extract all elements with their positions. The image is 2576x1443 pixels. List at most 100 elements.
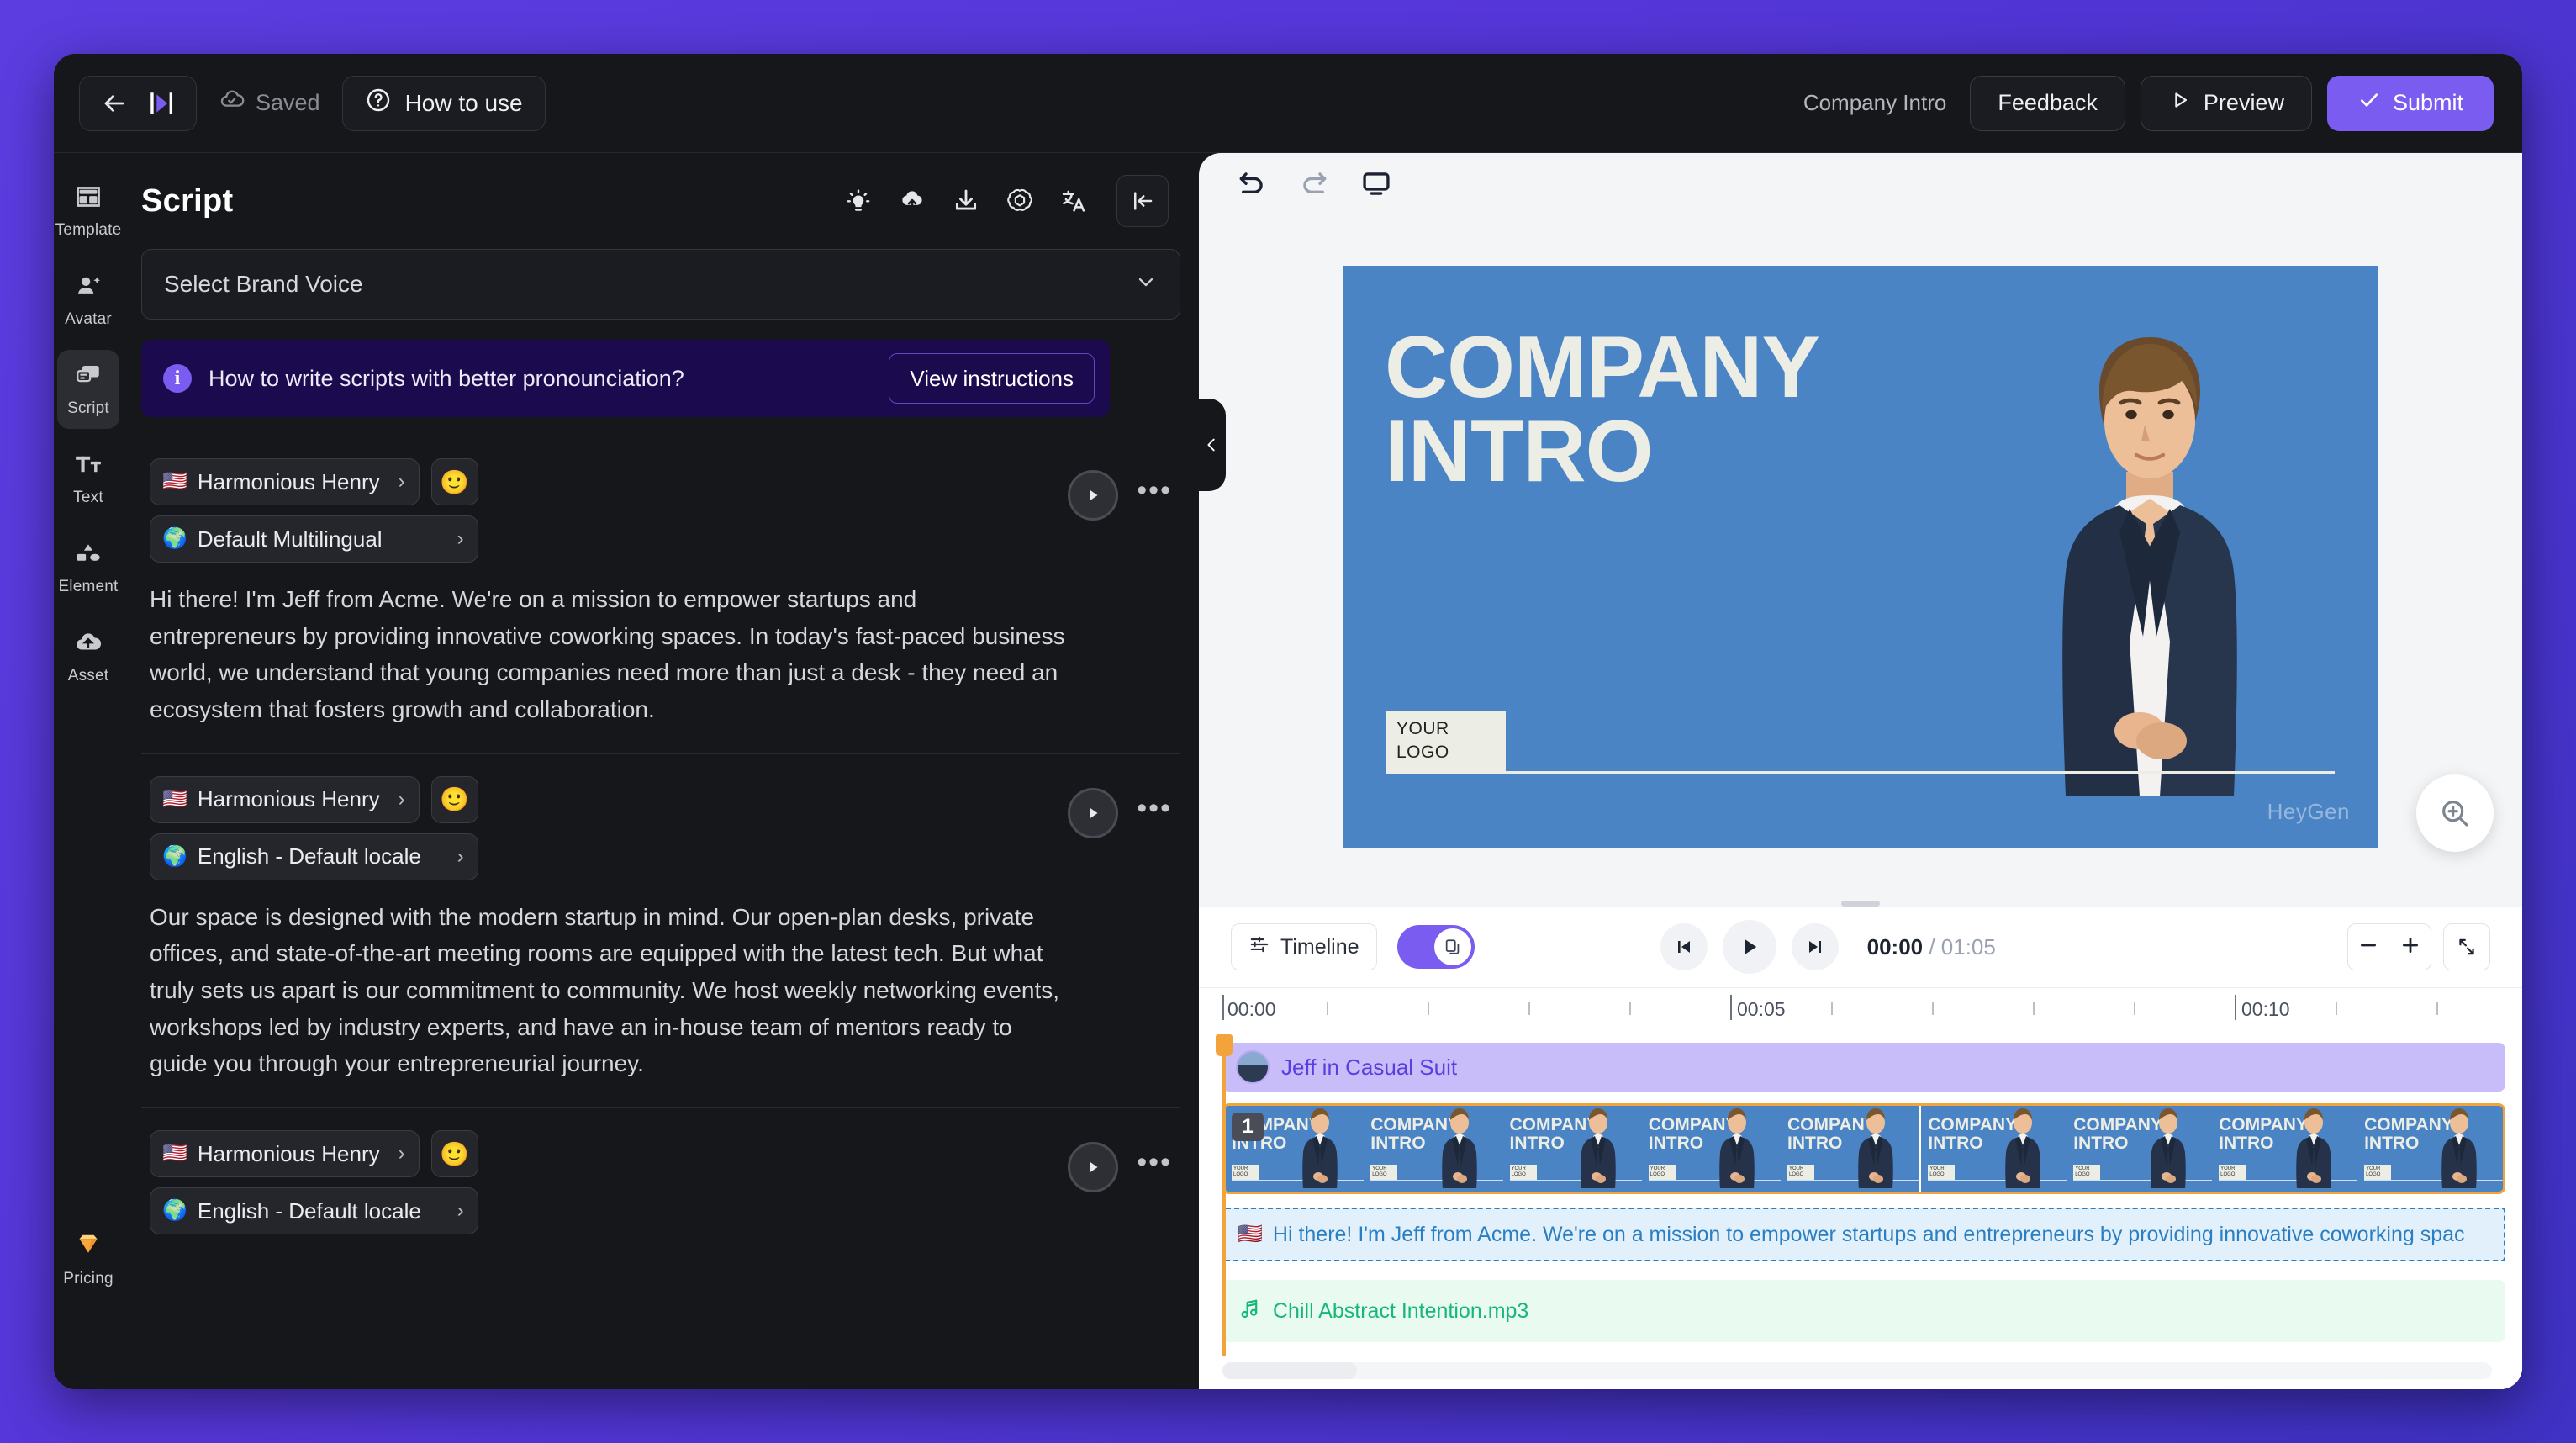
audio-track-clip[interactable]: Chill Abstract Intention.mp3 [1222, 1280, 2505, 1342]
how-to-use-button[interactable]: How to use [341, 75, 546, 131]
screen-icon[interactable] [1360, 167, 1392, 199]
canvas-title: COMPANY INTRO [1385, 324, 1820, 495]
scene-frame-logo-line1: YOUR [2220, 1166, 2236, 1171]
sidebar-item-text[interactable]: Text [57, 439, 119, 518]
feedback-label: Feedback [1998, 90, 2098, 115]
sidebar-item-pricing[interactable]: Pricing [57, 1219, 119, 1298]
chevron-down-icon [1134, 270, 1158, 299]
script-text[interactable]: Our space is designed with the modern st… [150, 899, 1066, 1082]
voice-chip-line: 🇺🇸 Harmonious Henry › 🙂 [150, 1130, 478, 1178]
sidebar-item-script[interactable]: Script [57, 350, 119, 429]
preview-button[interactable]: Preview [2140, 75, 2312, 131]
play-icon[interactable] [1722, 920, 1776, 974]
scene-frame-avatar [1719, 1108, 1755, 1188]
timeline-zoom-controls [2346, 923, 2490, 970]
locale-selector[interactable]: 🌍 English - Default locale › [150, 1187, 478, 1235]
feedback-button[interactable]: Feedback [1970, 75, 2125, 131]
script-block-header: 🇺🇸 Harmonious Henry › 🙂 🌍 Default Multil… [150, 458, 1172, 563]
redo-icon[interactable] [1298, 167, 1330, 199]
locale-selector[interactable]: 🌍 Default Multilingual › [150, 515, 478, 563]
timeline-ruler[interactable]: 00:00 00:05 00:10 [1199, 987, 2522, 1034]
sidebar-item-avatar[interactable]: Avatar [57, 261, 119, 340]
ruler-label: 00:00 [1227, 998, 1276, 1020]
idea-lightbulb-icon[interactable] [844, 187, 873, 215]
voice-selector[interactable]: 🇺🇸 Harmonious Henry › [150, 458, 420, 505]
script-block-actions: ••• [1068, 458, 1172, 521]
download-icon[interactable] [952, 187, 980, 215]
emotion-selector[interactable]: 🙂 [430, 458, 478, 505]
minus-icon[interactable] [2357, 933, 2380, 961]
voice-name: Harmonious Henry [197, 1140, 380, 1166]
more-options-icon[interactable]: ••• [1137, 476, 1172, 505]
skip-forward-icon[interactable] [1791, 923, 1839, 970]
voice-selector[interactable]: 🇺🇸 Harmonious Henry › [150, 775, 420, 823]
voice-chip-line: 🇺🇸 Harmonious Henry › 🙂 [150, 458, 478, 505]
skip-back-icon[interactable] [1660, 923, 1708, 970]
play-icon[interactable] [1068, 1142, 1119, 1193]
timeline-scrollbar-thumb[interactable] [1222, 1362, 1357, 1379]
scene-view-toggle[interactable] [1396, 925, 1475, 969]
check-icon [2357, 88, 2381, 118]
cloud-upload-icon[interactable] [898, 187, 926, 215]
script-panel: Script Select Brand Voice i How to write… [123, 153, 1199, 1389]
emotion-selector[interactable]: 🙂 [430, 1130, 478, 1178]
scene-segment[interactable]: COMPANY INTRO YOUR LOGO COMPANY INTRO YO… [1921, 1106, 2503, 1192]
caption-track-clip[interactable]: 🇺🇸 Hi there! I'm Jeff from Acme. We're o… [1222, 1208, 2505, 1261]
locale-selector[interactable]: 🌍 English - Default locale › [150, 832, 478, 880]
timeline-mode-button[interactable]: Timeline [1231, 923, 1377, 970]
video-canvas[interactable]: COMPANY INTRO YOUR LOGO HeyGen [1343, 266, 2378, 848]
timeline-scroll-track[interactable] [1222, 1362, 2492, 1379]
sidebar-item-template[interactable]: Template [55, 172, 122, 251]
emotion-selector[interactable]: 🙂 [430, 775, 478, 823]
scene-frame-avatar [1581, 1108, 1616, 1188]
sidebar-item-label: Pricing [63, 1270, 113, 1287]
playhead[interactable] [1216, 1034, 1233, 1356]
sidebar-item-element[interactable]: Element [57, 528, 119, 607]
collapse-panel-icon[interactable] [1116, 175, 1169, 227]
scene-frame-logo-line1: YOUR [2075, 1166, 2090, 1171]
sidebar-item-asset[interactable]: Asset [57, 617, 119, 696]
brand-voice-select[interactable]: Select Brand Voice [141, 249, 1180, 320]
undo-icon[interactable] [1236, 167, 1268, 199]
nav-group [79, 75, 197, 131]
scene-frame-avatar [1302, 1108, 1338, 1188]
locale-name: English - Default locale [197, 843, 421, 870]
submit-button[interactable]: Submit [2326, 75, 2494, 131]
scene-segment[interactable]: COMPANY INTRO YOUR LOGO COMPANY INTRO YO… [1225, 1106, 1922, 1192]
view-instructions-button[interactable]: View instructions [889, 353, 1095, 404]
scene-frame-logo: YOUR LOGO [1370, 1165, 1398, 1180]
playhead-handle[interactable] [1216, 1034, 1233, 1056]
voice-chips: 🇺🇸 Harmonious Henry › 🙂 🌍 Default Multil… [150, 458, 478, 563]
openai-icon[interactable] [1006, 187, 1034, 215]
top-bar-left: Saved How to use [79, 75, 546, 131]
scene-frame-logo: YOUR LOGO [2219, 1165, 2246, 1180]
plus-icon[interactable] [2399, 933, 2422, 961]
scene-frame-logo-line1: YOUR [1650, 1166, 1665, 1171]
scene-frame-logo-line2: LOGO [1929, 1171, 1945, 1177]
voice-selector[interactable]: 🇺🇸 Harmonious Henry › [150, 1130, 420, 1178]
sidebar-item-label: Template [55, 221, 122, 239]
canvas-logo-line1: YOUR [1396, 719, 1449, 738]
heygen-logo-icon[interactable] [147, 89, 176, 118]
scene-track-clip[interactable]: 1 COMPANY INTRO YOUR LOGO COMPANY INTRO … [1222, 1103, 2505, 1194]
play-icon[interactable] [1068, 787, 1119, 838]
scene-frame-logo-line2: LOGO [1511, 1171, 1526, 1177]
info-icon: i [163, 364, 192, 393]
emotion-emoji: 🙂 [440, 1140, 470, 1167]
back-arrow-icon[interactable] [100, 89, 129, 118]
avatar-track-clip[interactable]: Jeff in Casual Suit [1222, 1043, 2505, 1092]
canvas-area: COMPANY INTRO YOUR LOGO HeyGen [1199, 214, 2522, 901]
scene-frame: COMPANY INTRO YOUR LOGO [2067, 1106, 2213, 1192]
more-options-icon[interactable]: ••• [1137, 794, 1172, 822]
scene-frame-logo-line1: YOUR [1372, 1166, 1387, 1171]
audio-clip-label: Chill Abstract Intention.mp3 [1273, 1298, 1529, 1323]
timeline-resize-handle[interactable] [1841, 901, 1880, 906]
fit-screen-icon[interactable] [2442, 923, 2490, 970]
more-options-icon[interactable]: ••• [1137, 1148, 1172, 1176]
translate-icon[interactable] [1059, 187, 1088, 215]
play-icon[interactable] [1068, 470, 1119, 521]
script-panel-scroll[interactable]: Select Brand Voice i How to write script… [123, 242, 1199, 1389]
script-block-header: 🇺🇸 Harmonious Henry › 🙂 🌍 English - Defa… [150, 775, 1172, 880]
script-text[interactable]: Hi there! I'm Jeff from Acme. We're on a… [150, 581, 1066, 728]
zoom-in-icon[interactable] [2416, 774, 2494, 852]
